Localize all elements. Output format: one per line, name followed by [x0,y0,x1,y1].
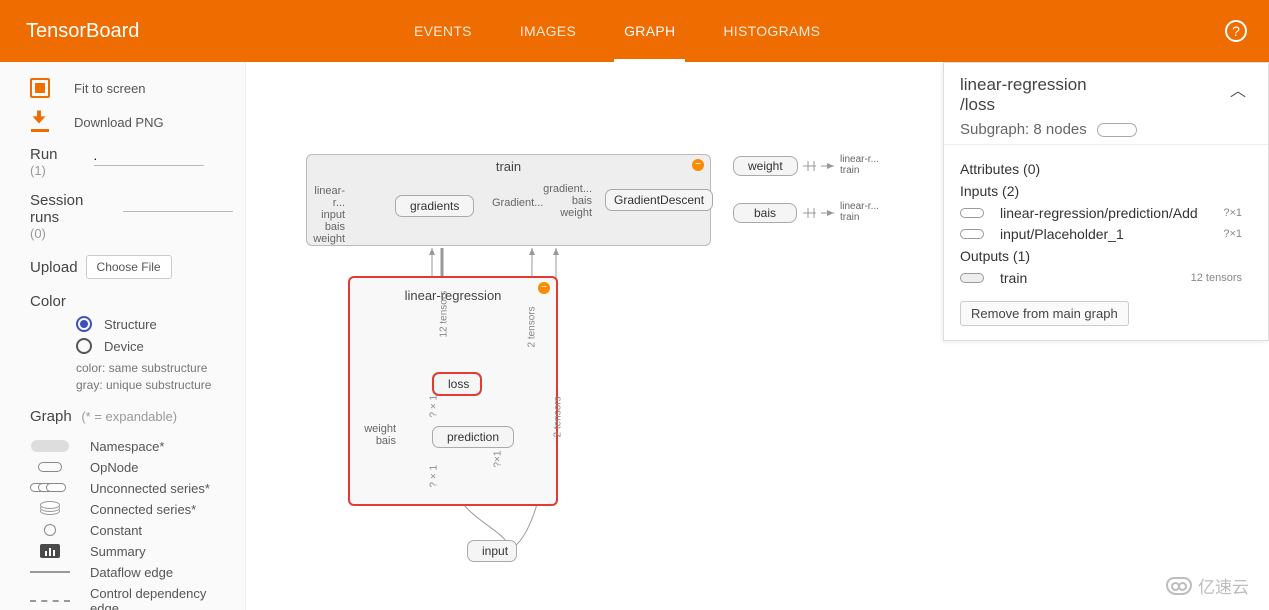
color-label: Color [30,293,66,310]
prediction-inputs: weightbais [354,423,396,447]
legend-namespace: Namespace* [30,439,233,454]
gradient-descent-node[interactable]: GradientDescent [605,189,713,211]
radio-unchecked-icon [76,338,92,354]
edge-2-tensors: 2 tensors [527,306,538,347]
legend-connected: Connected series* [30,502,233,517]
weight-out-labels: linear-r...train [840,154,879,176]
graph-hint: (* = expandable) [81,409,177,424]
tab-histograms[interactable]: HISTOGRAMS [699,0,844,62]
train-title: train [307,155,710,178]
choose-file-button[interactable]: Choose File [86,255,172,279]
legend-control-dep: Control dependency edge [30,586,233,610]
opnode-icon [960,229,984,239]
edge-q1c: ? × 1 [429,465,440,488]
color-hint-2: gray: unique substructure [76,377,233,394]
session-select[interactable] [123,192,233,212]
legend-summary: Summary [30,544,233,559]
legend-constant: Constant [30,523,233,538]
watermark: 亿速云 [1166,573,1249,598]
edge-2-tensors-b: 2 tensors [553,396,564,437]
fit-label: Fit to screen [74,81,146,96]
prediction-node[interactable]: prediction [432,426,514,448]
input-node[interactable]: input [467,540,517,562]
namespace-icon [960,273,984,283]
app-header: TensorBoard EVENTS IMAGES GRAPH HISTOGRA… [0,0,1269,62]
bais-aux-node[interactable]: bais [733,203,797,223]
help-icon[interactable]: ? [1225,20,1247,42]
tab-events[interactable]: EVENTS [390,0,496,62]
legend-dataflow: Dataflow edge [30,565,233,580]
color-structure-radio[interactable]: Structure [76,316,233,332]
info-panel: linear-regression /loss ︿ Subgraph: 8 no… [943,62,1269,341]
train-namespace[interactable]: train − linear-r...inputbaisweight gradi… [306,154,711,246]
session-label: Session runs [30,192,97,226]
tab-graph[interactable]: GRAPH [600,0,699,62]
run-label: Run [30,146,58,163]
info-inputs-header: Inputs (2) [960,183,1252,199]
nav-tabs: EVENTS IMAGES GRAPH HISTOGRAMS [390,0,844,62]
info-attributes: Attributes (0) [960,161,1252,177]
gradients-inputs: linear-r...inputbaisweight [303,185,345,245]
info-output-row[interactable]: train12 tensors [960,270,1252,286]
download-label: Download PNG [74,115,164,130]
radio-checked-icon [76,316,92,332]
loss-node[interactable]: loss [432,372,482,396]
collapse-icon[interactable]: − [538,282,550,294]
opnode-icon [960,208,984,218]
info-input-row[interactable]: linear-regression/prediction/Add?×1 [960,205,1252,221]
weight-aux-node[interactable]: weight [733,156,798,176]
fit-icon [30,78,50,98]
fit-to-screen-button[interactable]: Fit to screen [30,78,233,98]
info-outputs-header: Outputs (1) [960,248,1252,264]
download-png-button[interactable]: Download PNG [30,112,233,132]
edge-q1b: ?×1 [493,451,504,468]
graph-label: Graph [30,408,72,425]
sidebar: Fit to screen Download PNG Run (1) Sessi… [0,62,246,610]
info-input-row[interactable]: input/Placeholder_1?×1 [960,226,1252,242]
info-title-line1: linear-regression [960,75,1252,95]
subgraph-pill-icon [1097,123,1137,137]
gradient-edge-label: Gradient... [492,197,543,209]
run-select[interactable] [94,146,204,166]
tab-images[interactable]: IMAGES [496,0,600,62]
edge-q1a: ? × 1 [429,395,440,418]
run-count: (1) [30,163,58,178]
chevron-up-icon[interactable]: ︿ [1230,77,1246,101]
collapse-icon[interactable]: − [692,159,704,171]
edge-12-tensors: 12 tensors [439,291,450,338]
info-title-line2: /loss [960,95,1252,115]
color-hint-1: color: same substructure [76,360,233,377]
upload-label: Upload [30,259,78,276]
brand-title: TensorBoard [26,20,139,43]
download-icon [30,112,50,132]
legend-opnode: OpNode [30,460,233,475]
gd-inputs: gradient...baisweight [537,183,592,219]
remove-from-graph-button[interactable]: Remove from main graph [960,301,1129,326]
session-count: (0) [30,226,46,241]
watermark-icon [1166,577,1192,595]
lr-title: linear-regression [350,284,556,307]
bais-out-labels: linear-r...train [840,201,879,223]
color-device-radio[interactable]: Device [76,338,233,354]
gradients-node[interactable]: gradients [395,195,474,217]
legend-unconnected: Unconnected series* [30,481,233,496]
info-subgraph: Subgraph: 8 nodes [960,121,1087,138]
